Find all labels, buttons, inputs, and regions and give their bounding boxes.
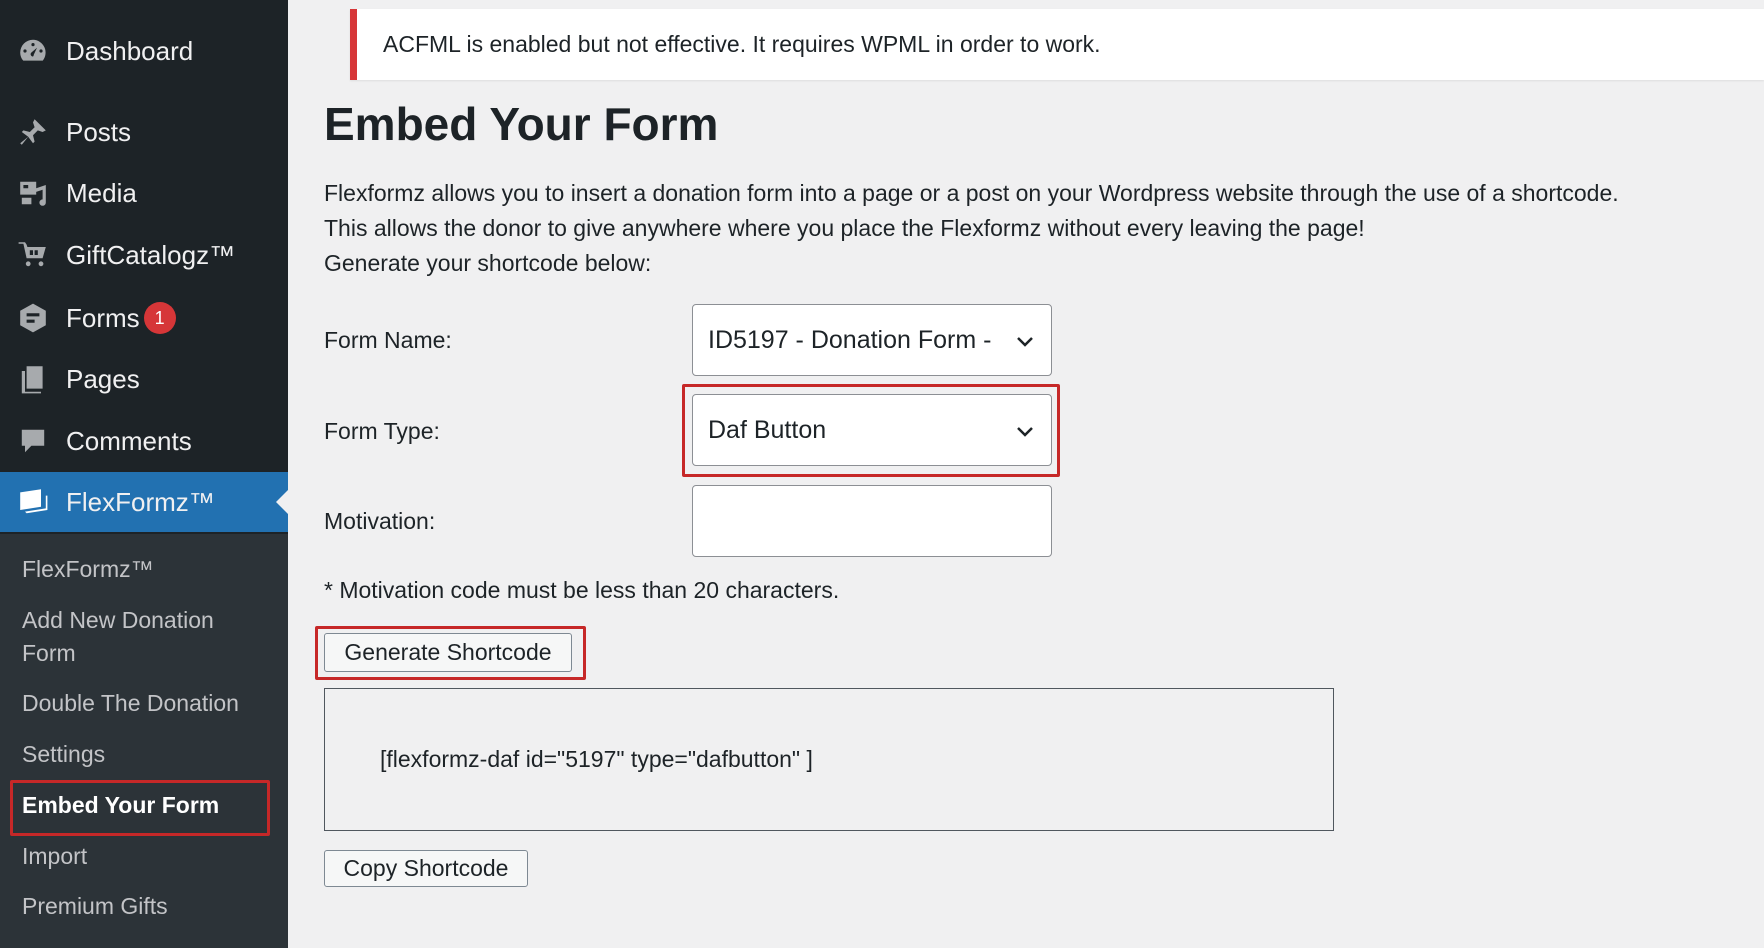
comment-icon	[16, 424, 50, 458]
intro-line: Generate your shortcode below:	[324, 250, 652, 276]
submenu-item-import[interactable]: Import	[22, 840, 272, 873]
menu-item-posts[interactable]: Posts	[0, 102, 288, 162]
menu-label: Dashboard	[66, 35, 194, 66]
menu-label: GiftCatalogz™	[66, 239, 236, 270]
notification-badge: 1	[143, 302, 176, 334]
form-type-select[interactable]: Daf Button	[692, 394, 1052, 466]
pin-icon	[16, 115, 50, 149]
menu-label: Pages	[66, 363, 140, 394]
pages-icon	[16, 362, 50, 396]
intro-text: Flexformz allows you to insert a donatio…	[324, 176, 1744, 281]
admin-sidebar: Dashboard Posts Media GiftCatalogz™ Form…	[0, 0, 288, 948]
page-title: Embed Your Form	[324, 98, 719, 150]
motivation-note: * Motivation code must be less than 20 c…	[324, 577, 840, 603]
chevron-down-icon	[1017, 337, 1033, 347]
form-type-label: Form Type:	[324, 418, 440, 444]
flexformz-icon	[16, 485, 50, 519]
copy-shortcode-button[interactable]: Copy Shortcode	[324, 850, 528, 887]
menu-label: Comments	[66, 425, 192, 456]
form-name-select[interactable]: ID5197 - Donation Form -	[692, 304, 1052, 376]
form-type-value: Daf Button	[708, 415, 827, 444]
motivation-label: Motivation:	[324, 508, 436, 534]
shortcode-text: [flexformz-daf id="5197" type="dafbutton…	[380, 746, 813, 772]
menu-item-pages[interactable]: Pages	[0, 349, 288, 409]
chevron-down-icon	[1017, 427, 1033, 437]
cart-icon	[16, 238, 50, 272]
submenu-item-settings[interactable]: Settings	[22, 738, 272, 771]
menu-item-forms[interactable]: Forms 1	[0, 288, 288, 348]
menu-item-flexformz[interactable]: FlexFormz™	[0, 472, 288, 532]
menu-label: FlexFormz™	[66, 486, 215, 517]
menu-item-dashboard[interactable]: Dashboard	[0, 21, 288, 81]
menu-label: Media	[66, 177, 137, 208]
forms-icon	[16, 301, 50, 335]
embed-form-highlight	[10, 780, 270, 836]
intro-line: Flexformz allows you to insert a donatio…	[324, 180, 1619, 206]
dashboard-icon	[16, 34, 50, 68]
submenu-item-flexformz[interactable]: FlexFormz™	[22, 553, 272, 586]
generate-shortcode-button[interactable]: Generate Shortcode	[324, 633, 572, 672]
media-icon	[16, 176, 50, 210]
form-name-value: ID5197 - Donation Form -	[708, 325, 992, 354]
submenu-item-premium-gifts[interactable]: Premium Gifts	[22, 890, 272, 923]
admin-notice: ACFML is enabled but not effective. It r…	[350, 9, 1764, 80]
submenu-item-add-new-donation-form[interactable]: Add New Donation Form	[22, 604, 272, 670]
menu-item-giftcatalogz[interactable]: GiftCatalogz™	[0, 225, 288, 285]
menu-label: Posts	[66, 116, 132, 147]
motivation-input[interactable]	[692, 485, 1052, 557]
menu-label: Forms	[66, 302, 140, 333]
menu-item-comments[interactable]: Comments	[0, 411, 288, 471]
shortcode-output[interactable]: [flexformz-daf id="5197" type="dafbutton…	[324, 688, 1334, 831]
intro-line: This allows the donor to give anywhere w…	[324, 215, 1365, 241]
notice-text: ACFML is enabled but not effective. It r…	[383, 31, 1101, 57]
menu-item-media[interactable]: Media	[0, 163, 288, 223]
submenu-item-double-the-donation[interactable]: Double The Donation	[22, 687, 272, 720]
form-name-label: Form Name:	[324, 327, 452, 353]
